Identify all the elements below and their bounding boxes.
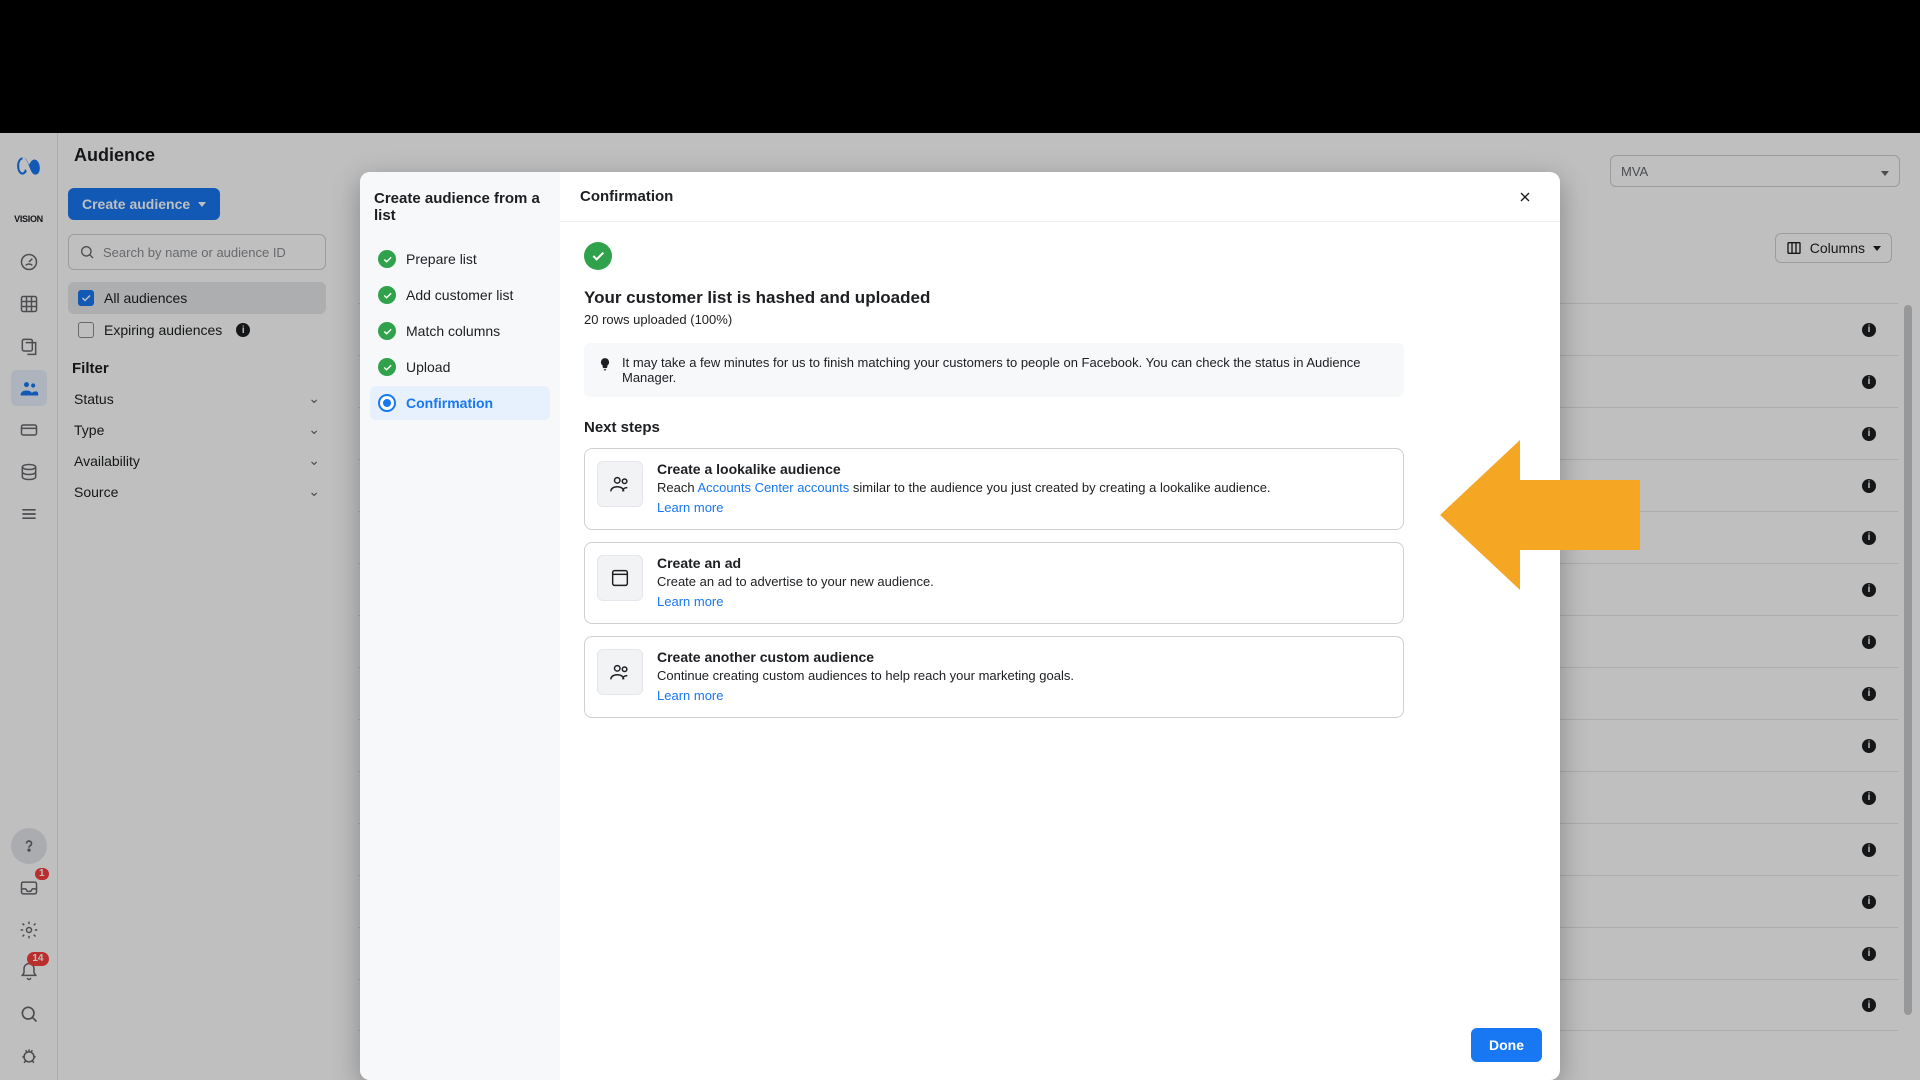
card-lookalike[interactable]: Create a lookalike audience Reach Accoun… [584, 448, 1404, 530]
check-circle-icon [378, 286, 396, 304]
modal-header-title: Confirmation [580, 188, 673, 205]
check-circle-icon [378, 250, 396, 268]
step-prepare-list[interactable]: Prepare list [370, 242, 550, 276]
info-note: It may take a few minutes for us to fini… [584, 343, 1404, 397]
modal-side-title: Create audience from a list [370, 190, 550, 224]
step-match-columns[interactable]: Match columns [370, 314, 550, 348]
card-another-custom[interactable]: Create another custom audience Continue … [584, 636, 1404, 718]
accounts-center-link[interactable]: Accounts Center accounts [697, 480, 849, 495]
card-text: Continue creating custom audiences to he… [657, 668, 1074, 683]
card-title: Create an ad [657, 555, 934, 571]
confirmation-subline: 20 rows uploaded (100%) [584, 312, 1536, 327]
card-text: Reach Accounts Center accounts similar t… [657, 480, 1271, 495]
learn-more-link[interactable]: Learn more [657, 594, 723, 609]
learn-more-link[interactable]: Learn more [657, 688, 723, 703]
close-button[interactable] [1510, 182, 1540, 212]
success-check-icon [584, 242, 612, 270]
card-title: Create another custom audience [657, 649, 1074, 665]
modal-steps-sidebar: Create audience from a list Prepare list… [360, 172, 560, 1080]
step-add-customer-list[interactable]: Add customer list [370, 278, 550, 312]
card-create-ad[interactable]: Create an ad Create an ad to advertise t… [584, 542, 1404, 624]
check-circle-icon [378, 322, 396, 340]
card-text: Create an ad to advertise to your new au… [657, 574, 934, 589]
audience-icon [597, 461, 643, 507]
close-icon [1517, 189, 1533, 205]
check-circle-icon [378, 358, 396, 376]
card-title: Create a lookalike audience [657, 461, 1271, 477]
info-note-text: It may take a few minutes for us to fini… [622, 355, 1390, 385]
ad-icon [597, 555, 643, 601]
confirmation-headline: Your customer list is hashed and uploade… [584, 288, 1536, 308]
audience-icon [597, 649, 643, 695]
step-confirmation[interactable]: Confirmation [370, 386, 550, 420]
next-steps-heading: Next steps [584, 419, 1536, 436]
current-step-icon [378, 394, 396, 412]
done-button[interactable]: Done [1471, 1028, 1542, 1062]
lightbulb-icon [598, 357, 612, 371]
step-upload[interactable]: Upload [370, 350, 550, 384]
create-audience-modal: Create audience from a list Prepare list… [360, 172, 1560, 1080]
learn-more-link[interactable]: Learn more [657, 500, 723, 515]
